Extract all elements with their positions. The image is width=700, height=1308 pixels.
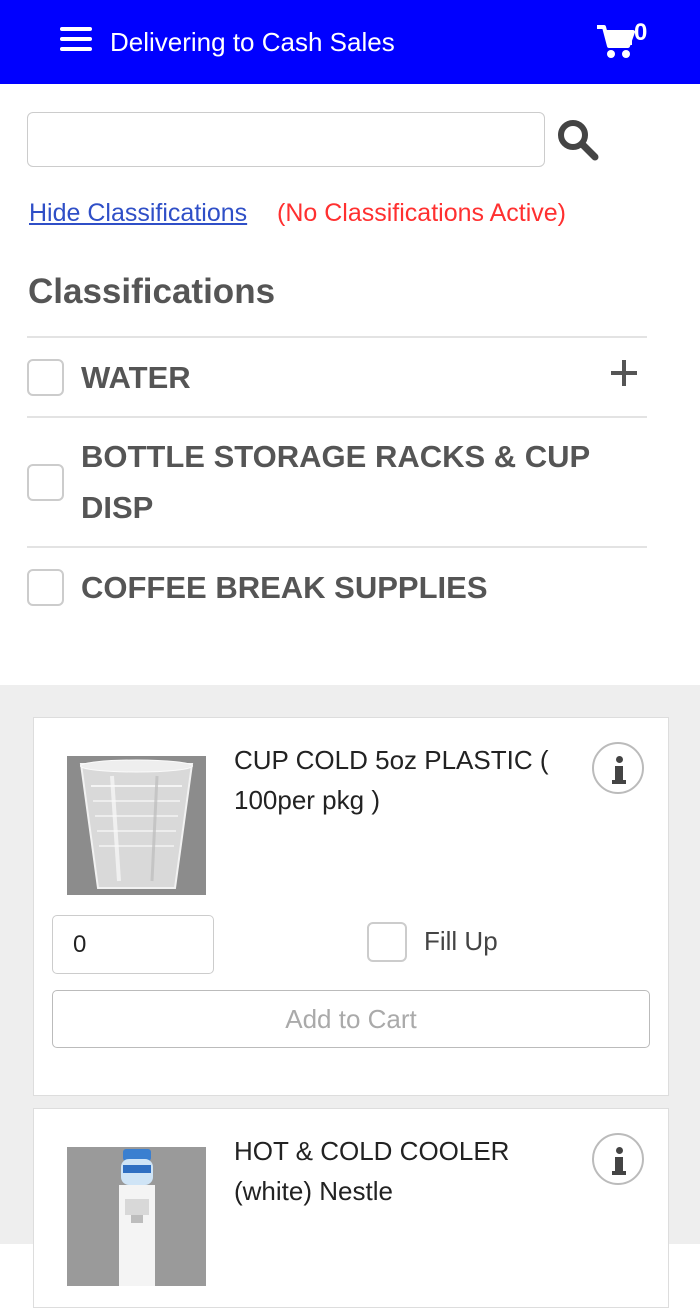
info-icon[interactable] (592, 1133, 644, 1185)
classification-status: (No Classifications Active) (277, 199, 566, 227)
classification-label: WATER (81, 359, 191, 395)
product-card: CUP COLD 5oz PLASTIC ( 100per pkg ) Fill… (33, 717, 669, 1096)
search-input[interactable] (27, 112, 545, 167)
cart-count-badge: 0 (634, 19, 648, 46)
product-card: HOT & COLD COOLER (white) Nestle (33, 1108, 669, 1308)
classification-item-coffee-break[interactable]: COFFEE BREAK SUPPLIES (27, 546, 647, 626)
hide-classifications-link[interactable]: Hide Classifications (29, 199, 247, 228)
fill-up-label: Fill Up (424, 926, 498, 956)
classification-checkbox[interactable] (27, 463, 64, 501)
quantity-input[interactable] (52, 915, 214, 974)
classifications-heading: Classifications (28, 272, 276, 311)
classification-checkbox[interactable] (27, 358, 64, 396)
plus-icon[interactable] (611, 360, 637, 386)
classification-list: WATER BOTTLE STORAGE RACKS & CUP DISP CO… (27, 336, 647, 626)
product-image (67, 756, 206, 895)
hamburger-menu-icon[interactable] (60, 27, 94, 57)
fill-up-checkbox[interactable] (367, 922, 407, 962)
product-name: HOT & COLD COOLER (white) Nestle (234, 1136, 510, 1206)
cart-icon (597, 25, 635, 58)
product-name: CUP COLD 5oz PLASTIC ( 100per pkg ) (234, 745, 549, 815)
classification-label: COFFEE BREAK SUPPLIES (81, 569, 488, 605)
delivery-location-text: Delivering to Cash Sales (110, 27, 395, 57)
add-to-cart-button[interactable]: Add to Cart (52, 990, 650, 1048)
classification-label: BOTTLE STORAGE RACKS & CUP DISP (81, 439, 590, 525)
top-bar: Delivering to Cash Sales 0 (0, 0, 700, 84)
product-list: CUP COLD 5oz PLASTIC ( 100per pkg ) Fill… (0, 685, 700, 1308)
classification-checkbox[interactable] (27, 568, 64, 606)
search-icon[interactable] (556, 118, 600, 162)
cart-button[interactable]: 0 (596, 19, 656, 64)
classification-item-water[interactable]: WATER (27, 336, 647, 416)
product-image (67, 1147, 206, 1286)
info-icon[interactable] (592, 742, 644, 794)
classification-item-bottle-storage[interactable]: BOTTLE STORAGE RACKS & CUP DISP (27, 416, 647, 546)
